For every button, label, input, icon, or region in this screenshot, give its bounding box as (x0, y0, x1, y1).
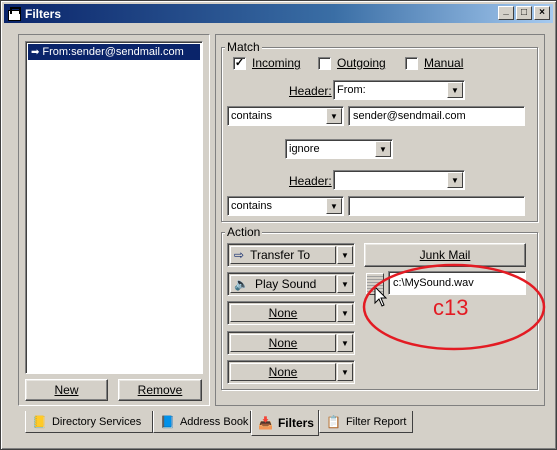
action-combo-4-face: None (230, 334, 336, 352)
app-icon (7, 6, 21, 21)
junk-mail-label: Junk Mail (419, 248, 471, 262)
arrow-right-icon: ➡ (31, 46, 40, 58)
window-controls: _ □ × (496, 4, 550, 20)
address-book-icon: 📘 (160, 414, 175, 429)
new-button-label: New (54, 383, 79, 397)
condition1-combo[interactable]: contains ▼ (227, 106, 344, 126)
action-3-label: None (268, 306, 298, 320)
action-combo-sound[interactable]: 🔈 Play Sound ▼ (227, 272, 355, 296)
remove-button-label: Remove (137, 383, 183, 397)
tab-filter-report-label: Filter Report (345, 415, 407, 428)
remove-button[interactable]: Remove (118, 379, 202, 401)
action-sound-label: Play Sound (254, 277, 317, 291)
speaker-icon: 🔈 (234, 277, 249, 291)
tab-directory-services-label: Directory Services (51, 415, 142, 428)
action-4-label: None (268, 336, 298, 350)
maximize-icon: □ (520, 7, 528, 18)
filters-window: Filters _ □ × ➡ From:sender@sendmail.com… (0, 0, 557, 450)
manual-checkbox-box (405, 56, 418, 70)
action-group-label: Action (225, 225, 263, 239)
tab-address-book-label: Address Book (179, 415, 249, 428)
header1-combo[interactable]: From: ▼ (333, 80, 465, 100)
filter-icon: 📥 (258, 415, 273, 430)
annotation-label: c13 (433, 295, 469, 320)
title-bar[interactable]: Filters _ □ × (4, 4, 553, 23)
condition2-combo[interactable]: contains ▼ (227, 196, 344, 216)
logic-combo[interactable]: ignore ▼ (285, 139, 393, 159)
tab-address-book[interactable]: 📘 Address Book (153, 411, 251, 433)
close-button[interactable]: × (534, 6, 550, 20)
chevron-down-icon[interactable]: ▼ (337, 363, 353, 381)
action-combo-transfer-face: ⇨ Transfer To (230, 246, 336, 264)
chevron-down-icon[interactable]: ▼ (337, 246, 353, 264)
maximize-button[interactable]: □ (516, 6, 532, 20)
value2-input[interactable] (348, 196, 525, 216)
header1-value: From: (337, 84, 366, 96)
tab-filters[interactable]: 📥 Filters (251, 410, 319, 436)
manual-checkbox[interactable]: Manual (405, 56, 463, 70)
incoming-checkbox[interactable]: ✓ Incoming (233, 56, 301, 70)
action-combo-3[interactable]: None ▼ (227, 301, 355, 325)
action-combo-5-face: None (230, 363, 336, 381)
filter-list-item-label: From:sender@sendmail.com (42, 46, 184, 58)
minimize-icon: _ (503, 4, 509, 16)
chevron-down-icon[interactable]: ▼ (337, 334, 353, 352)
chevron-down-icon[interactable]: ▼ (447, 82, 463, 98)
action-5-label: None (268, 365, 298, 379)
check-icon: ✓ (233, 56, 246, 70)
action-transfer-label: Transfer To (250, 248, 311, 262)
header1-label: Header: (289, 84, 332, 98)
new-button[interactable]: New (25, 379, 108, 401)
report-icon: 📋 (326, 414, 341, 429)
logic-value: ignore (289, 143, 320, 155)
chevron-down-icon[interactable]: ▼ (326, 108, 342, 124)
action-combo-4[interactable]: None ▼ (227, 331, 355, 355)
book-icon: 📒 (32, 414, 47, 429)
arrow-right-icon: ⇨ (234, 248, 245, 262)
value1-input[interactable]: sender@sendmail.com (348, 106, 525, 126)
outgoing-checkbox[interactable]: Outgoing (318, 56, 386, 70)
action-combo-transfer[interactable]: ⇨ Transfer To ▼ (227, 243, 355, 267)
close-icon: × (539, 7, 545, 18)
header2-label: Header: (289, 174, 332, 188)
action-combo-3-face: None (230, 304, 336, 322)
manual-label: Manual (424, 56, 464, 70)
condition1-value: contains (231, 110, 272, 122)
match-group-label: Match (225, 40, 262, 54)
action-combo-5[interactable]: None ▼ (227, 360, 355, 384)
condition2-value: contains (231, 200, 272, 212)
chevron-down-icon[interactable]: ▼ (337, 275, 353, 293)
chevron-down-icon[interactable]: ▼ (447, 172, 463, 188)
header2-combo[interactable]: ▼ (333, 170, 465, 190)
chevron-down-icon[interactable]: ▼ (326, 198, 342, 214)
minimize-button[interactable]: _ (498, 4, 514, 20)
window-title: Filters (25, 6, 62, 21)
filter-list-item[interactable]: ➡ From:sender@sendmail.com (28, 44, 200, 60)
filter-listbox[interactable]: ➡ From:sender@sendmail.com (25, 41, 203, 374)
chevron-down-icon[interactable]: ▼ (375, 141, 391, 157)
action-combo-sound-face: 🔈 Play Sound (230, 275, 336, 293)
outgoing-label: Outgoing (337, 56, 386, 70)
incoming-label: Incoming (252, 56, 301, 70)
tab-filter-report[interactable]: 📋 Filter Report (319, 411, 413, 433)
tab-directory-services[interactable]: 📒 Directory Services (25, 411, 153, 433)
outgoing-checkbox-box (318, 56, 331, 70)
tab-filters-label: Filters (277, 415, 314, 430)
chevron-down-icon[interactable]: ▼ (337, 304, 353, 322)
